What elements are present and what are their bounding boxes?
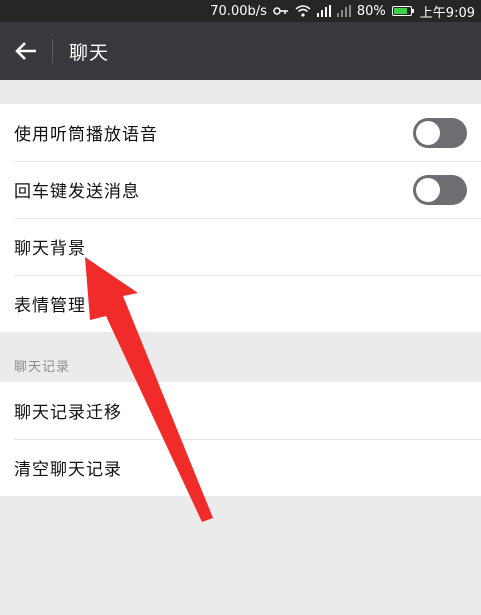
settings-group-general: 使用听筒播放语音 回车键发送消息 聊天背景 表情管理 (0, 104, 481, 332)
settings-group-chat-history: 聊天记录迁移 清空聊天记录 (0, 382, 481, 496)
wifi-icon (295, 5, 311, 17)
setting-row-history-migration[interactable]: 聊天记录迁移 (0, 382, 481, 439)
setting-label: 表情管理 (14, 296, 86, 316)
setting-row-sticker-management[interactable]: 表情管理 (0, 275, 481, 332)
battery-percent: 80% (356, 3, 386, 19)
back-button[interactable] (0, 22, 52, 80)
signal-icon (316, 5, 331, 17)
toggle-knob (416, 120, 440, 145)
signal-icon-2 (336, 5, 351, 17)
setting-label: 回车键发送消息 (14, 182, 140, 202)
earpiece-toggle[interactable] (413, 117, 467, 148)
setting-label: 聊天记录迁移 (14, 403, 122, 423)
setting-label: 聊天背景 (14, 239, 86, 259)
setting-label: 清空聊天记录 (14, 460, 122, 480)
setting-row-enter-send[interactable]: 回车键发送消息 (0, 161, 481, 218)
arrow-left-icon (15, 42, 36, 60)
setting-label: 使用听筒播放语音 (14, 125, 158, 145)
title-divider (52, 39, 53, 63)
status-bar: 70.00b/s 80% 上午9:09 (0, 0, 481, 22)
clock: 上午9:09 (419, 5, 475, 21)
key-icon (273, 6, 289, 16)
section-title-chat-history: 聊天记录 (14, 360, 71, 375)
battery-icon (391, 6, 414, 16)
setting-row-clear-history[interactable]: 清空聊天记录 (0, 439, 481, 496)
setting-row-earpiece[interactable]: 使用听筒播放语音 (0, 104, 481, 161)
title-bar: 聊天 (0, 22, 481, 80)
network-speed: 70.00b/s (210, 3, 267, 19)
setting-row-chat-background[interactable]: 聊天背景 (0, 218, 481, 275)
toggle-knob (416, 177, 440, 202)
enter-send-toggle[interactable] (413, 174, 467, 205)
page-title: 聊天 (69, 41, 110, 64)
